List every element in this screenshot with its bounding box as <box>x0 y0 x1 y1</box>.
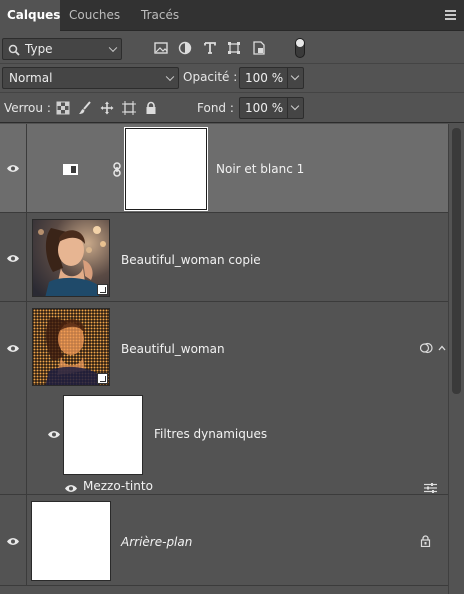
filter-blending-options-icon[interactable] <box>424 483 437 493</box>
eye-icon[interactable] <box>6 164 20 173</box>
visibility-cell <box>0 213 27 301</box>
fill-value: 100 % <box>245 101 284 115</box>
search-icon <box>8 44 20 56</box>
visibility-cell <box>0 495 27 585</box>
smart-filter-mask-thumbnail[interactable] <box>63 395 143 475</box>
filter-name-label[interactable]: Mezzo-tinto <box>83 479 153 493</box>
layer-thumbnail-photo[interactable] <box>32 308 110 386</box>
visibility-cell <box>0 302 27 495</box>
panel-tab-bar: Calques Couches Tracés <box>0 0 464 32</box>
adjustment-filter-icon[interactable] <box>178 41 192 55</box>
tab-couches[interactable]: Couches <box>62 0 132 31</box>
blend-mode-select[interactable]: Normal <box>2 67 179 89</box>
visibility-cell <box>0 124 27 212</box>
fill-label: Fond : <box>197 101 234 115</box>
panel-menu-icon[interactable] <box>445 10 456 22</box>
smart-filter-effects-icon[interactable] <box>420 342 433 354</box>
lock-row: Verrou : Fond : 100 % <box>0 94 464 123</box>
layer-row-arriere-plan[interactable]: Arrière-plan <box>0 495 448 586</box>
eye-icon[interactable] <box>47 430 61 439</box>
filter-toggle-switch[interactable] <box>295 38 305 58</box>
layer-thumbnail-photo[interactable] <box>32 219 110 297</box>
smart-filters-label[interactable]: Filtres dynamiques <box>154 427 267 441</box>
filter-type-select[interactable]: Type <box>2 38 122 60</box>
blend-row: Normal Opacité : 100 % <box>0 64 464 93</box>
lock-all-icon[interactable] <box>144 101 158 115</box>
chevron-up-icon[interactable] <box>438 345 446 351</box>
lock-label: Verrou : <box>4 101 51 115</box>
text-filter-icon[interactable] <box>203 41 217 55</box>
filter-type-label: Type <box>25 42 53 56</box>
blend-mode-label: Normal <box>9 71 53 85</box>
shape-filter-icon[interactable] <box>227 41 241 55</box>
chevron-down-icon <box>108 43 118 53</box>
layer-name[interactable]: Noir et blanc 1 <box>216 162 304 176</box>
layer-row-noir-et-blanc[interactable]: Noir et blanc 1 <box>0 124 448 213</box>
smart-object-badge-icon <box>97 284 108 295</box>
layer-filter-row: Type <box>0 32 464 64</box>
fill-dropdown-button[interactable] <box>287 98 303 118</box>
layer-name[interactable]: Beautiful_woman <box>121 342 225 356</box>
layer-name[interactable]: Beautiful_woman copie <box>121 253 261 267</box>
layers-scrollbar[interactable] <box>448 124 464 594</box>
smart-object-filter-icon[interactable] <box>252 41 266 55</box>
tab-calques[interactable]: Calques <box>0 0 60 32</box>
lock-image-pixels-brush-icon[interactable] <box>78 101 92 115</box>
layer-row-beautiful-woman-copie[interactable]: Beautiful_woman copie <box>0 213 448 302</box>
opacity-value: 100 % <box>245 71 284 85</box>
layer-name[interactable]: Arrière-plan <box>121 535 192 549</box>
fill-field[interactable]: 100 % <box>239 97 304 119</box>
lock-artboard-icon[interactable] <box>122 101 136 115</box>
eye-icon[interactable] <box>6 537 20 546</box>
chain-link-icon[interactable] <box>112 162 122 177</box>
layer-thumbnail-white[interactable] <box>31 501 111 581</box>
opacity-dropdown-button[interactable] <box>287 68 303 88</box>
layer-mask-thumbnail[interactable] <box>124 127 208 211</box>
chevron-down-icon <box>165 72 175 82</box>
eye-icon[interactable] <box>6 254 20 263</box>
black-white-adjustment-icon <box>63 164 78 175</box>
eye-icon[interactable] <box>6 344 20 353</box>
opacity-label: Opacité : <box>183 70 238 84</box>
layers-list: Noir et blanc 1 Beautiful_woman copie Be… <box>0 124 448 594</box>
eye-icon[interactable] <box>64 484 78 493</box>
lock-icon <box>420 535 431 547</box>
scrollbar-thumb[interactable] <box>452 128 461 394</box>
layer-row-beautiful-woman[interactable]: Beautiful_woman Filtres dynamiques Mezzo… <box>0 302 448 495</box>
opacity-field[interactable]: 100 % <box>239 67 304 89</box>
lock-position-move-icon[interactable] <box>100 101 114 115</box>
image-filter-icon[interactable] <box>154 41 168 55</box>
lock-transparent-pixels-icon[interactable] <box>56 101 70 115</box>
smart-object-badge-icon <box>97 373 108 384</box>
tab-traces[interactable]: Tracés <box>134 0 190 31</box>
